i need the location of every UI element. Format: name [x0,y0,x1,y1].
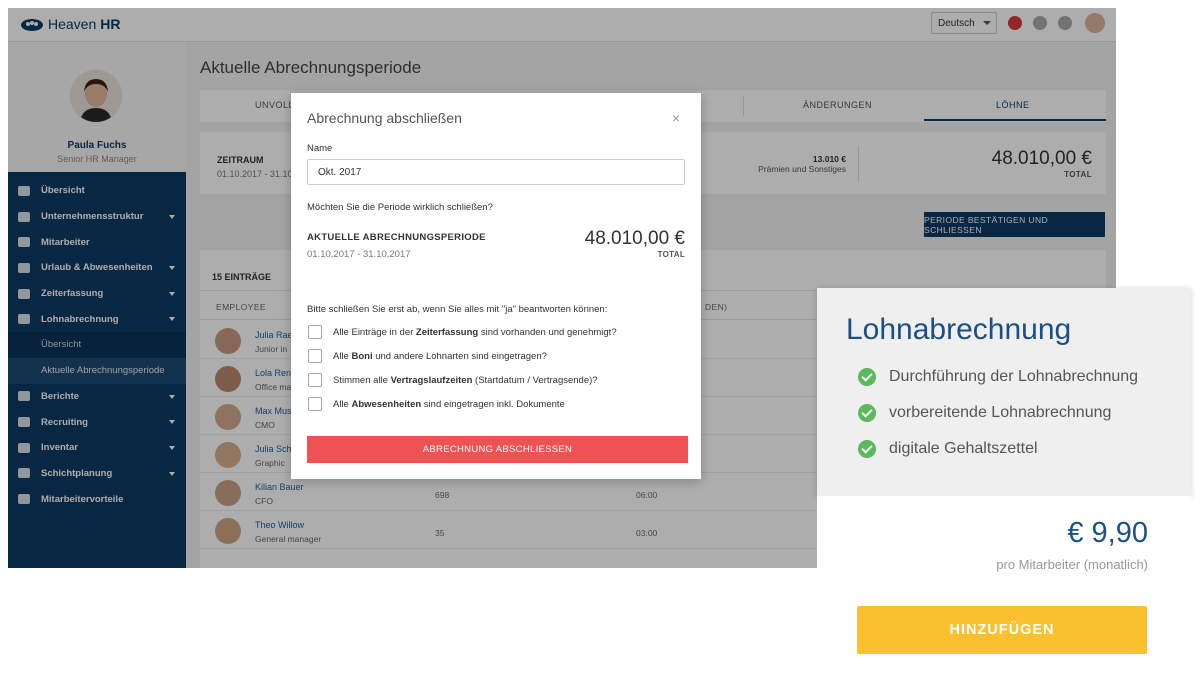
check-circle-icon [858,440,876,458]
price-box: € 9,90 pro Mitarbeiter (monatlich) [817,496,1191,586]
checkbox[interactable] [308,397,322,411]
checkbox[interactable] [308,325,322,339]
checklist-text: Stimmen alle Vertragslaufzeiten (Startda… [333,374,598,386]
price-note: pro Mitarbeiter (monatlich) [996,557,1148,572]
name-input[interactable] [307,159,685,185]
feature-text: Durchführung der Lohnabrechnung [889,368,1139,385]
check-circle-icon [858,404,876,422]
checklist-text: Alle Abwesenheiten sind eingetragen inkl… [333,398,565,410]
checklist-text: Alle Boni und andere Lohnarten sind eing… [333,350,547,362]
modal-period-label: AKTUELLE ABRECHNUNGSPERIODE [307,232,486,243]
feature-item: Durchführung der Lohnabrechnung [858,368,1138,386]
checklist-instruction: Bitte schließen Sie erst ab, wenn Sie al… [307,304,608,315]
modal-total-amount: 48.010,00 € [584,228,685,249]
checklist-text: Alle Einträge in der Zeiterfassung sind … [333,326,617,338]
add-button[interactable]: HINZUFÜGEN [857,606,1147,654]
close-period-modal: Abrechnung abschließen × Name Möchten Si… [291,93,701,479]
feature-item: digitale Gehaltszettel [858,440,1038,458]
modal-title: Abrechnung abschließen [307,110,462,126]
price: € 9,90 [1067,517,1148,549]
modal-period-dates: 01.10.2017 - 31.10.2017 [307,249,411,260]
checkbox[interactable] [308,373,322,387]
modal-total-label: TOTAL [657,250,685,259]
name-label: Name [307,143,333,154]
checkbox[interactable] [308,349,322,363]
close-period-submit-button[interactable]: ABRECHNUNG ABSCHLIESSEN [307,436,688,463]
feature-text: vorbereitende Lohnabrechnung [889,404,1112,421]
feature-text: digitale Gehaltszettel [889,440,1038,457]
close-icon[interactable]: × [672,110,680,126]
promo-title: Lohnabrechnung [846,313,1072,346]
feature-item: vorbereitende Lohnabrechnung [858,404,1111,422]
check-circle-icon [858,368,876,386]
checklist-item-boni[interactable]: Alle Boni und andere Lohnarten sind eing… [308,349,547,363]
checklist-item-abwesenheiten[interactable]: Alle Abwesenheiten sind eingetragen inkl… [308,397,565,411]
confirm-question: Möchten Sie die Periode wirklich schließ… [307,202,493,213]
promo-card: Lohnabrechnung Durchführung der Lohnabre… [817,288,1191,496]
checklist-item-vertragslaufzeiten[interactable]: Stimmen alle Vertragslaufzeiten (Startda… [308,373,598,387]
checklist-item-zeiterfassung[interactable]: Alle Einträge in der Zeiterfassung sind … [308,325,617,339]
